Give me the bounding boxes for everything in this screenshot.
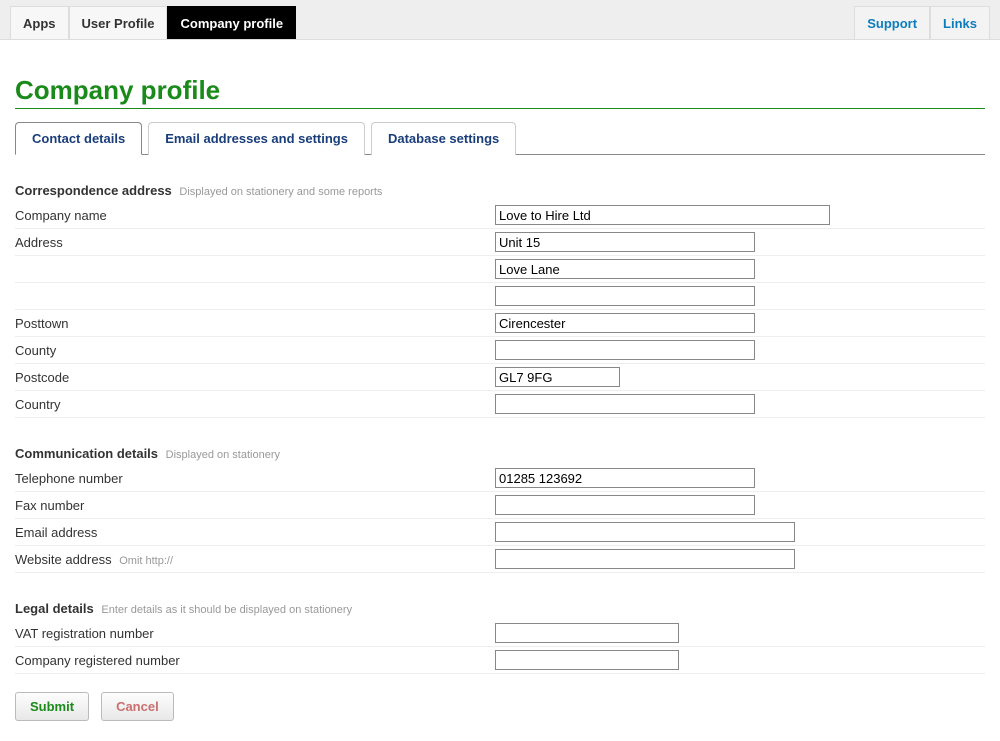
field-label: Company registered number [15, 653, 495, 668]
company-name-input[interactable] [495, 205, 830, 225]
field-row: Fax number [15, 492, 985, 519]
top-navbar-right: Support Links [854, 0, 990, 39]
section-hint: Enter details as it should be displayed … [101, 604, 352, 616]
section-hint: Displayed on stationery and some reports [179, 186, 382, 198]
address-line2-input[interactable] [495, 259, 755, 279]
website-input[interactable] [495, 549, 795, 569]
field-label: Posttown [15, 316, 495, 331]
field-row [15, 256, 985, 283]
telephone-input[interactable] [495, 468, 755, 488]
field-hint: Omit http:// [119, 555, 173, 567]
postcode-input[interactable] [495, 367, 620, 387]
company-number-input[interactable] [495, 650, 679, 670]
field-label: Company name [15, 208, 495, 223]
section-communication: Communication details Displayed on stati… [15, 446, 985, 573]
field-label: Fax number [15, 498, 495, 513]
nav-user-profile[interactable]: User Profile [69, 6, 168, 39]
nav-links[interactable]: Links [930, 6, 990, 39]
nav-company-profile[interactable]: Company profile [167, 6, 296, 39]
submit-button[interactable]: Submit [15, 692, 89, 721]
field-row [15, 283, 985, 310]
page-title: Company profile [15, 75, 985, 109]
county-input[interactable] [495, 340, 755, 360]
section-title-correspondence: Correspondence address Displayed on stat… [15, 183, 985, 202]
field-label: Website address Omit http:// [15, 552, 495, 567]
tab-contact-details[interactable]: Contact details [15, 122, 142, 155]
nav-support[interactable]: Support [854, 6, 930, 39]
email-input[interactable] [495, 522, 795, 542]
address-line1-input[interactable] [495, 232, 755, 252]
top-navbar-left: Apps User Profile Company profile [10, 0, 296, 39]
field-label: Address [15, 235, 495, 250]
section-hint: Displayed on stationery [166, 449, 280, 461]
field-row: Company registered number [15, 647, 985, 674]
section-title-legal: Legal details Enter details as it should… [15, 601, 985, 620]
address-line3-input[interactable] [495, 286, 755, 306]
top-navbar: Apps User Profile Company profile Suppor… [0, 0, 1000, 40]
section-correspondence: Correspondence address Displayed on stat… [15, 183, 985, 418]
field-label: VAT registration number [15, 626, 495, 641]
field-row: VAT registration number [15, 620, 985, 647]
field-label: County [15, 343, 495, 358]
tab-bar: Contact details Email addresses and sett… [15, 121, 985, 155]
field-row: County [15, 337, 985, 364]
cancel-button[interactable]: Cancel [101, 692, 174, 721]
field-row: Posttown [15, 310, 985, 337]
field-row: Website address Omit http:// [15, 546, 985, 573]
field-label: Telephone number [15, 471, 495, 486]
form-buttons: Submit Cancel [15, 692, 985, 721]
field-label: Email address [15, 525, 495, 540]
vat-number-input[interactable] [495, 623, 679, 643]
field-row: Telephone number [15, 465, 985, 492]
section-title-communication: Communication details Displayed on stati… [15, 446, 985, 465]
field-label: Postcode [15, 370, 495, 385]
country-input[interactable] [495, 394, 755, 414]
field-row: Email address [15, 519, 985, 546]
field-row: Country [15, 391, 985, 418]
fax-input[interactable] [495, 495, 755, 515]
tab-email-settings[interactable]: Email addresses and settings [148, 122, 365, 155]
section-legal: Legal details Enter details as it should… [15, 601, 985, 674]
field-row: Address [15, 229, 985, 256]
nav-apps[interactable]: Apps [10, 6, 69, 39]
field-row: Company name [15, 202, 985, 229]
posttown-input[interactable] [495, 313, 755, 333]
field-row: Postcode [15, 364, 985, 391]
tab-database-settings[interactable]: Database settings [371, 122, 516, 155]
field-label: Country [15, 397, 495, 412]
